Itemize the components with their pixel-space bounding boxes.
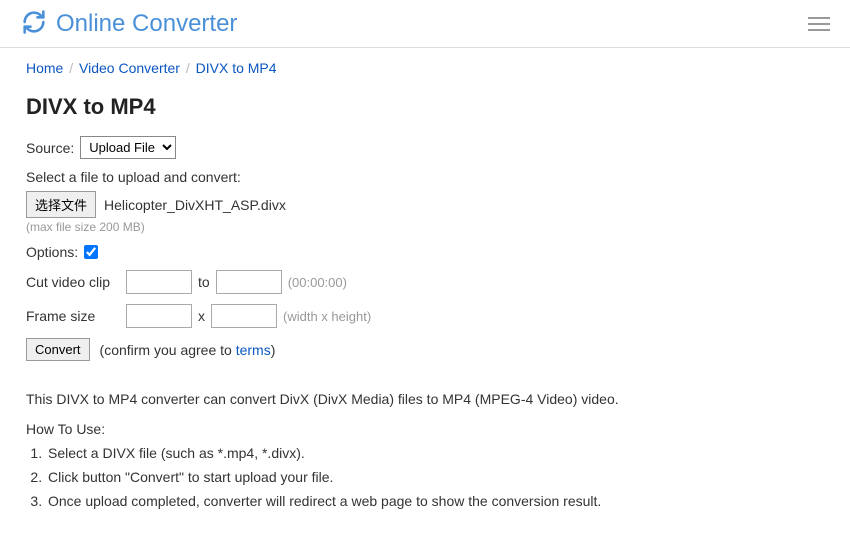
convert-row: Convert (confirm you agree to terms) (26, 338, 824, 361)
frame-row: Frame size x (width x height) (26, 304, 824, 328)
frame-width-input[interactable] (126, 304, 192, 328)
source-label: Source: (26, 140, 74, 156)
confirm-suffix: ) (271, 342, 276, 358)
list-item: Select a DIVX file (such as *.mp4, *.div… (46, 445, 824, 461)
cut-sep: to (198, 274, 210, 290)
cut-hint: (00:00:00) (288, 275, 347, 290)
frame-label: Frame size (26, 308, 126, 324)
list-item: Once upload completed, converter will re… (46, 493, 824, 509)
choose-file-button[interactable]: 选择文件 (26, 191, 96, 218)
menu-icon[interactable] (808, 17, 830, 31)
refresh-icon (20, 8, 48, 39)
confirm-text: (confirm you agree to terms) (100, 342, 276, 358)
file-row: 选择文件 Helicopter_DivXHT_ASP.divx (26, 191, 824, 218)
cut-row: Cut video clip to (00:00:00) (26, 270, 824, 294)
options-label: Options: (26, 244, 78, 260)
breadcrumb-sep: / (69, 60, 73, 76)
confirm-prefix: (confirm you agree to (100, 342, 236, 358)
description: This DIVX to MP4 converter can convert D… (26, 391, 824, 407)
options-checkbox[interactable] (84, 245, 98, 259)
howto-title: How To Use: (26, 421, 824, 437)
selected-file-name: Helicopter_DivXHT_ASP.divx (104, 197, 286, 213)
breadcrumb: Home / Video Converter / DIVX to MP4 (26, 60, 824, 76)
breadcrumb-home[interactable]: Home (26, 60, 63, 76)
source-select[interactable]: Upload File (80, 136, 176, 159)
breadcrumb-current[interactable]: DIVX to MP4 (196, 60, 277, 76)
header: Online Converter (0, 0, 850, 48)
cut-start-input[interactable] (126, 270, 192, 294)
convert-button[interactable]: Convert (26, 338, 90, 361)
main-content: Home / Video Converter / DIVX to MP4 DIV… (0, 48, 850, 529)
frame-height-input[interactable] (211, 304, 277, 328)
frame-sep: x (198, 308, 205, 324)
cut-label: Cut video clip (26, 274, 126, 290)
page-title: DIVX to MP4 (26, 94, 824, 120)
list-item: Click button "Convert" to start upload y… (46, 469, 824, 485)
frame-hint: (width x height) (283, 309, 371, 324)
terms-link[interactable]: terms (236, 342, 271, 358)
cut-end-input[interactable] (216, 270, 282, 294)
logo[interactable]: Online Converter (20, 8, 237, 39)
options-row: Options: (26, 244, 824, 260)
howto-list: Select a DIVX file (such as *.mp4, *.div… (26, 445, 824, 509)
max-size-hint: (max file size 200 MB) (26, 220, 824, 234)
breadcrumb-sep: / (186, 60, 190, 76)
site-title: Online Converter (56, 10, 237, 38)
source-row: Source: Upload File (26, 136, 824, 159)
select-file-label: Select a file to upload and convert: (26, 169, 824, 185)
breadcrumb-category[interactable]: Video Converter (79, 60, 180, 76)
